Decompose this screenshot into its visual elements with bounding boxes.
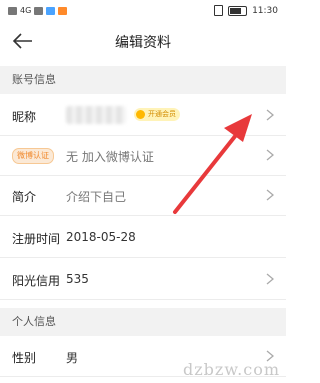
vip-badge[interactable]: 开通会员 — [134, 108, 180, 121]
register-date-label: 注册时间 — [12, 232, 61, 246]
status-bar: 4G 11:30 — [0, 0, 286, 22]
intro-row[interactable]: 简介 介绍下自己 — [0, 176, 286, 216]
title-bar: 编辑资料 — [0, 22, 286, 60]
chevron-right-icon — [266, 109, 274, 121]
network-type: 4G — [20, 6, 32, 15]
intro-label: 简介 — [12, 190, 37, 204]
watermark: dzbzw.com — [183, 360, 280, 379]
vibrate-icon — [214, 5, 224, 16]
vip-badge-label: 开通会员 — [148, 110, 176, 118]
app-notification-icon — [46, 6, 56, 15]
chevron-right-icon — [266, 189, 274, 201]
gender-value: 男 — [66, 351, 79, 365]
status-time: 11:30 — [252, 5, 278, 16]
weibo-verify-value: 无 加入微博认证 — [66, 150, 154, 164]
wifi-icon — [34, 6, 44, 15]
nickname-label: 昵称 — [12, 110, 37, 124]
nickname-row[interactable]: 昵称 开通会员 — [0, 96, 286, 136]
shop-notification-icon — [58, 6, 68, 15]
page-title: 编辑资料 — [115, 35, 171, 51]
signal-icon — [8, 6, 17, 15]
status-right-icons: 11:30 — [214, 5, 278, 16]
sunshine-credit-label: 阳光信用 — [12, 274, 61, 288]
weibo-verify-row[interactable]: 微博认证 无 加入微博认证 — [0, 136, 286, 176]
register-date-value: 2018-05-28 — [66, 230, 136, 244]
gender-label: 性别 — [12, 351, 37, 365]
intro-value: 介绍下自己 — [66, 190, 127, 204]
register-date-row: 注册时间 2018-05-28 — [0, 218, 286, 258]
section-header-account: 账号信息 — [0, 66, 286, 94]
sunshine-credit-row[interactable]: 阳光信用 535 — [0, 260, 286, 300]
section-header-personal: 个人信息 — [0, 308, 286, 336]
status-left-icons: 4G — [8, 6, 68, 15]
battery-icon — [228, 5, 248, 16]
sunshine-credit-value: 535 — [66, 272, 89, 286]
chevron-right-icon — [266, 149, 274, 161]
nickname-blurred-value — [66, 106, 126, 124]
chevron-right-icon — [266, 273, 274, 285]
weibo-verify-badge: 微博认证 — [12, 148, 54, 164]
vip-icon — [136, 110, 145, 119]
